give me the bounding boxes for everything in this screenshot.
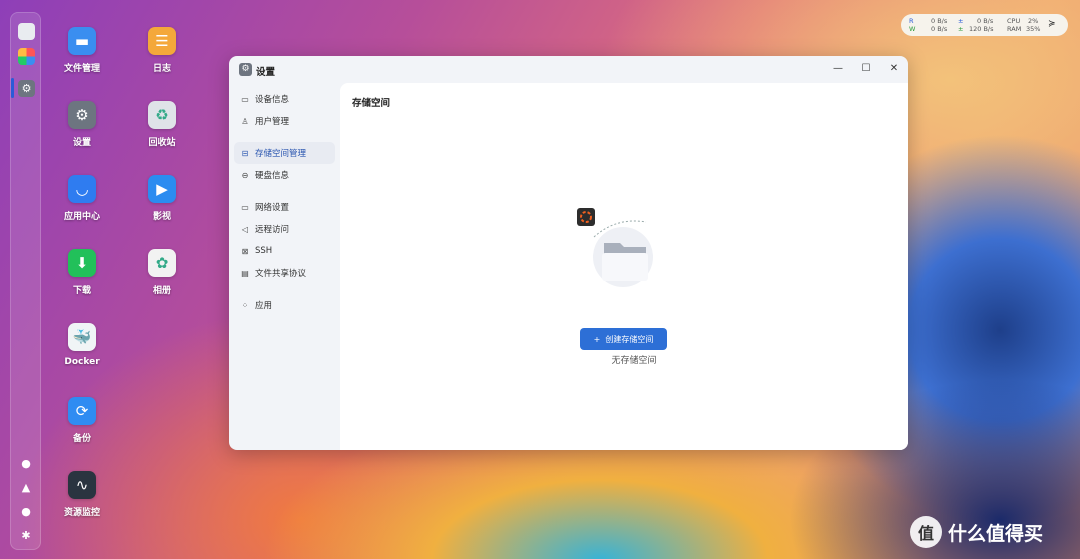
ram-label: RAM bbox=[1007, 25, 1022, 33]
nav-label: SSH bbox=[255, 246, 273, 256]
desktop-app-4[interactable]: ◡ 应用中心 bbox=[47, 175, 117, 222]
sidebar-item-6[interactable]: ⊠ SSH bbox=[234, 240, 335, 262]
read-rate: 0 B/s bbox=[931, 17, 948, 25]
sidebar-item-2[interactable]: ⊟ 存储空间管理 bbox=[234, 142, 335, 164]
page-title: 存储空间 bbox=[352, 98, 391, 109]
write-label: W bbox=[909, 25, 916, 33]
desktop-app-5[interactable]: ▶ 影视 bbox=[127, 175, 197, 222]
desktop-app-7[interactable]: ✿ 相册 bbox=[127, 249, 197, 296]
recycle-bin-icon: ♻ bbox=[148, 101, 176, 129]
maximize-button[interactable]: ☐ bbox=[859, 63, 873, 74]
desktop-app-3[interactable]: ♻ 回收站 bbox=[127, 101, 197, 148]
settings-window: ⚙ 设置 — ☐ ✕ ▭ 设备信息 ♙ 用户管理 ⊟ 存储空间管理 ⊖ 硬盘信息 ▭ 网络设置 ◁ 远… bbox=[229, 56, 908, 450]
desktop-icon[interactable] bbox=[18, 23, 35, 40]
app-label: 备份 bbox=[72, 434, 91, 444]
settings-dock-icon[interactable]: ⚙ bbox=[18, 80, 35, 97]
app-label: 影视 bbox=[152, 212, 171, 222]
backup-icon: ⟳ bbox=[68, 397, 96, 425]
log-icon: ☰ bbox=[148, 27, 176, 55]
app-label: 回收站 bbox=[148, 138, 176, 148]
sidebar-item-3[interactable]: ⊖ 硬盘信息 bbox=[234, 164, 335, 186]
window-title: 设置 bbox=[256, 67, 276, 78]
nav-icon: ⊖ bbox=[241, 170, 249, 180]
nav-label: 远程访问 bbox=[255, 225, 290, 235]
empty-storage-illustration bbox=[577, 208, 653, 287]
nav-icon: ▤ bbox=[241, 268, 249, 278]
desktop-app-6[interactable]: ⬇ 下载 bbox=[47, 249, 117, 296]
net-arrow-icon: ± bbox=[958, 17, 964, 25]
user-icon[interactable]: ● bbox=[20, 506, 32, 518]
nav-icon: ⊠ bbox=[241, 246, 249, 256]
close-button[interactable]: ✕ bbox=[887, 63, 901, 74]
app-label: 资源监控 bbox=[63, 508, 100, 518]
video-icon: ▶ bbox=[148, 175, 176, 203]
create-storage-button[interactable]: + 创建存储空间 bbox=[580, 328, 667, 350]
system-settings-icon[interactable]: ✱ bbox=[20, 530, 32, 542]
nav-label: 用户管理 bbox=[255, 117, 290, 127]
nav-label: 网络设置 bbox=[255, 203, 290, 213]
nav-label: 应用 bbox=[255, 301, 273, 311]
desktop-app-0[interactable]: ▬ 文件管理 bbox=[47, 27, 117, 74]
nav-icon: ♙ bbox=[241, 116, 249, 126]
nav-icon: ⁘ bbox=[241, 300, 249, 310]
resource-monitor-widget[interactable]: R W 0 B/s 0 B/s ± ± 0 B/s 120 B/s CPU RA… bbox=[901, 14, 1068, 36]
nav-icon: ◁ bbox=[241, 224, 249, 234]
empty-state-text: 无存储空间 bbox=[611, 356, 657, 366]
download-icon: ⬇ bbox=[68, 249, 96, 277]
network-icon[interactable]: ● bbox=[20, 458, 32, 470]
minimize-button[interactable]: — bbox=[831, 63, 845, 74]
app-label: 应用中心 bbox=[63, 212, 100, 222]
nav-icon: ⊟ bbox=[241, 148, 249, 158]
app-label: Docker bbox=[64, 357, 100, 367]
desktop-app-10[interactable]: ∿ 资源监控 bbox=[47, 471, 117, 518]
ram-value: 35% bbox=[1026, 25, 1041, 33]
desktop-app-9[interactable]: ⟳ 备份 bbox=[47, 397, 117, 444]
app-label: 下载 bbox=[72, 286, 91, 296]
monitor-icon: ∿ bbox=[68, 471, 96, 499]
nav-label: 文件共享协议 bbox=[255, 269, 307, 279]
net-rate: 120 B/s bbox=[969, 25, 994, 33]
watermark-logo: 值 bbox=[910, 516, 942, 548]
docker-icon: 🐳 bbox=[68, 323, 96, 351]
desktop-app-2[interactable]: ⚙ 设置 bbox=[47, 101, 117, 148]
active-indicator bbox=[11, 78, 14, 98]
collapse-chevron-icon[interactable]: ≽ bbox=[1048, 19, 1056, 29]
app-label: 日志 bbox=[152, 64, 171, 74]
desktop-app-8[interactable]: 🐳 Docker bbox=[47, 323, 117, 367]
desktop-app-1[interactable]: ☰ 日志 bbox=[127, 27, 197, 74]
nav-label: 存储空间管理 bbox=[255, 149, 307, 159]
storage-panel: 存储空间 无存储空间 + 创建存储空间 bbox=[340, 83, 908, 450]
dock: ⚙ ● ▲ ● ✱ bbox=[10, 12, 41, 550]
app-label: 相册 bbox=[152, 286, 171, 296]
settings-app-icon: ⚙ bbox=[239, 63, 252, 76]
app-label: 文件管理 bbox=[63, 64, 100, 74]
nav-icon: ▭ bbox=[241, 202, 249, 212]
net-rate: 0 B/s bbox=[977, 17, 994, 25]
nav-label: 硬盘信息 bbox=[255, 171, 290, 181]
title-bar[interactable]: ⚙ 设置 — ☐ ✕ bbox=[229, 56, 908, 83]
read-label: R bbox=[909, 17, 914, 25]
sidebar-item-7[interactable]: ▤ 文件共享协议 bbox=[234, 262, 335, 284]
store-icon: ◡ bbox=[68, 175, 96, 203]
cpu-label: CPU bbox=[1007, 17, 1021, 25]
create-storage-label: 创建存储空间 bbox=[605, 334, 654, 344]
plus-icon: + bbox=[593, 334, 601, 344]
sidebar-item-0[interactable]: ▭ 设备信息 bbox=[234, 88, 335, 110]
folder-icon: ▬ bbox=[68, 27, 96, 55]
watermark: 值 什么值得买 bbox=[910, 516, 1043, 548]
sidebar-item-1[interactable]: ♙ 用户管理 bbox=[234, 110, 335, 132]
sidebar-item-4[interactable]: ▭ 网络设置 bbox=[234, 196, 335, 218]
gear-icon: ⚙ bbox=[68, 101, 96, 129]
nav-icon: ▭ bbox=[241, 94, 249, 104]
sidebar-item-5[interactable]: ◁ 远程访问 bbox=[234, 218, 335, 240]
app-grid-icon[interactable] bbox=[18, 48, 35, 65]
write-rate: 0 B/s bbox=[931, 25, 948, 33]
notification-bell-icon[interactable]: ▲ bbox=[20, 482, 32, 494]
cpu-value: 2% bbox=[1028, 17, 1039, 25]
sidebar-item-8[interactable]: ⁘ 应用 bbox=[234, 294, 335, 316]
nav-label: 设备信息 bbox=[255, 95, 290, 105]
net-arrow-icon: ± bbox=[958, 25, 964, 33]
photos-icon: ✿ bbox=[148, 249, 176, 277]
app-label: 设置 bbox=[72, 138, 91, 148]
